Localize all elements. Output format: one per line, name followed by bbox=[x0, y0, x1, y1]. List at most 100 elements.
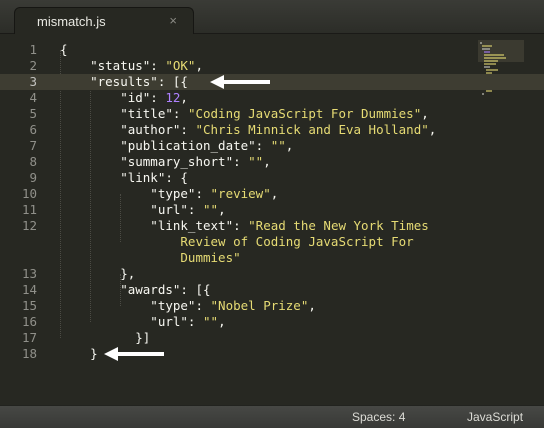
code-text: "link_text": "Read the New York Times bbox=[60, 218, 429, 234]
close-icon[interactable]: × bbox=[169, 13, 177, 28]
string-token: "review" bbox=[210, 186, 271, 201]
code-line[interactable]: 14 "awards": [{ bbox=[0, 282, 544, 298]
syntax-selector[interactable]: JavaScript bbox=[467, 410, 523, 424]
line-number: 6 bbox=[29, 122, 37, 137]
code-token: "author": bbox=[60, 122, 196, 137]
line-number: 13 bbox=[21, 266, 37, 281]
code-text: "summary_short": "", bbox=[60, 154, 271, 170]
line-number: 12 bbox=[21, 218, 37, 233]
code-text: "id": 12, bbox=[60, 90, 188, 106]
status-bar: Spaces: 4 JavaScript bbox=[0, 405, 544, 428]
code-token: , bbox=[421, 106, 429, 121]
line-number: 3 bbox=[29, 74, 37, 89]
code-token: "status": bbox=[60, 58, 166, 73]
code-text: "link": { bbox=[60, 170, 188, 186]
code-text: "url": "", bbox=[60, 314, 226, 330]
line-number: 10 bbox=[21, 186, 37, 201]
string-token: "" bbox=[203, 202, 219, 217]
line-number: 18 bbox=[21, 346, 37, 361]
code-text: }] bbox=[60, 330, 150, 346]
code-line[interactable]: 15 "type": "Nobel Prize", bbox=[0, 298, 544, 314]
code-token: }, bbox=[60, 266, 136, 281]
line-number: 9 bbox=[29, 170, 37, 185]
code-token: "title": bbox=[60, 106, 188, 121]
code-token: }] bbox=[60, 330, 151, 345]
line-number: 8 bbox=[29, 154, 37, 169]
code-line[interactable]: 11 "url": "", bbox=[0, 202, 544, 218]
code-line[interactable]: 9 "link": { bbox=[0, 170, 544, 186]
code-line[interactable]: 10 "type": "review", bbox=[0, 186, 544, 202]
tab-label: mismatch.js bbox=[37, 14, 106, 29]
line-number: 17 bbox=[21, 330, 37, 345]
code-text: "title": "Coding JavaScript For Dummies"… bbox=[60, 106, 429, 122]
code-text: "status": "OK", bbox=[60, 58, 203, 74]
left-arrow-icon bbox=[210, 75, 270, 89]
code-line[interactable]: 2 "status": "OK", bbox=[0, 58, 544, 74]
code-text: }, bbox=[60, 266, 135, 282]
code-line[interactable]: Review of Coding JavaScript For bbox=[0, 234, 544, 250]
code-token: , bbox=[270, 186, 279, 201]
code-token: , bbox=[195, 58, 203, 73]
line-number: 4 bbox=[29, 90, 37, 105]
line-number: 5 bbox=[29, 106, 37, 121]
string-token: Review of Coding JavaScript For bbox=[60, 234, 414, 249]
code-text: } bbox=[60, 346, 98, 362]
code-line[interactable]: 1{ bbox=[0, 42, 544, 58]
code-token: "id": bbox=[60, 90, 166, 105]
code-text: Dummies" bbox=[60, 250, 241, 266]
code-text: "url": "", bbox=[60, 202, 226, 218]
string-token: "Nobel Prize" bbox=[210, 298, 309, 313]
code-token: , bbox=[285, 138, 294, 153]
code-text: "author": "Chris Minnick and Eva Holland… bbox=[60, 122, 436, 138]
code-token: "url": bbox=[60, 314, 203, 329]
string-token: "" bbox=[203, 314, 219, 329]
code-line[interactable]: Dummies" bbox=[0, 250, 544, 266]
code-line[interactable]: 13 }, bbox=[0, 266, 544, 282]
code-token: , bbox=[308, 298, 316, 313]
code-line[interactable]: 3 "results": [{ bbox=[0, 74, 544, 90]
code-token: "link_text": bbox=[60, 218, 249, 233]
string-token: "OK" bbox=[165, 58, 196, 73]
code-line[interactable]: 17 }] bbox=[0, 330, 544, 346]
tab-mismatch-js[interactable]: mismatch.js × bbox=[14, 7, 194, 35]
string-token: "Coding JavaScript For Dummies" bbox=[187, 106, 422, 121]
code-token: , bbox=[428, 122, 437, 137]
string-token: Dummies" bbox=[60, 250, 241, 265]
line-number: 1 bbox=[29, 42, 37, 57]
code-line[interactable]: 18 } bbox=[0, 346, 544, 362]
string-token: "Read the New York Times bbox=[248, 218, 429, 233]
code-token: { bbox=[60, 42, 68, 57]
line-number: 16 bbox=[21, 314, 37, 329]
code-text: "results": [{ bbox=[60, 74, 188, 90]
line-number: 2 bbox=[29, 58, 37, 73]
code-text: { bbox=[60, 42, 68, 58]
code-token: , bbox=[218, 202, 226, 217]
code-line[interactable]: 6 "author": "Chris Minnick and Eva Holla… bbox=[0, 122, 544, 138]
code-line[interactable]: 16 "url": "", bbox=[0, 314, 544, 330]
code-text: "publication_date": "", bbox=[60, 138, 293, 154]
indentation-setting[interactable]: Spaces: 4 bbox=[352, 410, 405, 424]
code-token: "summary_short": bbox=[60, 154, 249, 169]
code-line[interactable]: 7 "publication_date": "", bbox=[0, 138, 544, 154]
code-text: "type": "review", bbox=[60, 186, 278, 202]
code-token: "link": { bbox=[60, 170, 188, 185]
line-number: 7 bbox=[29, 138, 37, 153]
code-token: , bbox=[180, 90, 188, 105]
number-token: 12 bbox=[165, 90, 181, 105]
code-line[interactable]: 12 "link_text": "Read the New York Times bbox=[0, 218, 544, 234]
code-line[interactable]: 4 "id": 12, bbox=[0, 90, 544, 106]
left-arrow-icon bbox=[104, 347, 164, 361]
string-token: "" bbox=[248, 154, 264, 169]
string-token: "" bbox=[270, 138, 286, 153]
code-token: } bbox=[60, 346, 98, 361]
code-token: "publication_date": bbox=[60, 138, 271, 153]
code-token: , bbox=[263, 154, 271, 169]
code-token: , bbox=[218, 314, 226, 329]
editor-window: mismatch.js × 1 {2 "status": "OK", 3 "r… bbox=[0, 0, 544, 428]
code-text: "awards": [{ bbox=[60, 282, 210, 298]
code-editor[interactable]: 1{2 "status": "OK", 3 "results": [{4 "id"… bbox=[0, 34, 544, 405]
line-number: 15 bbox=[21, 298, 37, 313]
tab-bar: mismatch.js × bbox=[0, 0, 544, 35]
code-line[interactable]: 8 "summary_short": "", bbox=[0, 154, 544, 170]
code-line[interactable]: 5 "title": "Coding JavaScript For Dummie… bbox=[0, 106, 544, 122]
